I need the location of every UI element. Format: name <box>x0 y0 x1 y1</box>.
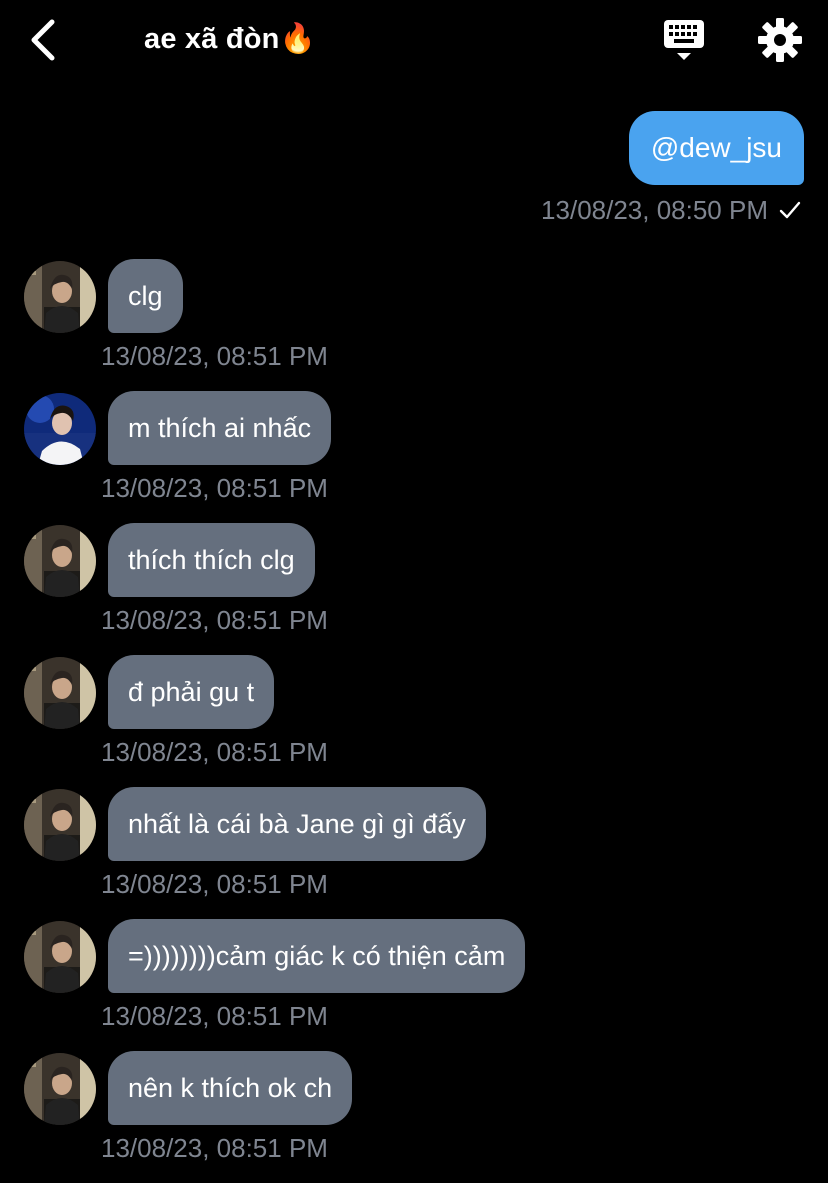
incoming-message-row: m thích ai nhấc 13/08/23, 08:51 PM <box>0 391 828 523</box>
incoming-message-row: nên k thích ok ch 13/08/23, 08:51 PM <box>0 1051 828 1183</box>
incoming-message-row: nhất là cái bà Jane gì gì đấy 13/08/23, … <box>0 787 828 919</box>
avatar[interactable] <box>24 393 96 465</box>
chat-header: ae xã đòn🔥 <box>0 0 828 84</box>
message-timestamp: 13/08/23, 08:51 PM <box>101 1001 328 1031</box>
message-timestamp: 13/08/23, 08:51 PM <box>101 605 328 635</box>
keyboard-button[interactable] <box>660 18 708 62</box>
incoming-message-bubble[interactable]: =))))))))cảm giác k có thiện cảm <box>108 919 526 993</box>
incoming-message-row: clg 13/08/23, 08:51 PM <box>0 259 828 391</box>
incoming-message-bubble[interactable]: đ phải gu t <box>108 655 275 729</box>
message-timestamp: 13/08/23, 08:51 PM <box>101 341 328 371</box>
incoming-message-bubble[interactable]: thích thích clg <box>108 523 315 597</box>
avatar[interactable] <box>24 1053 96 1125</box>
avatar[interactable] <box>24 921 96 993</box>
back-button[interactable] <box>24 16 68 64</box>
message-timestamp: 13/08/23, 08:50 PM <box>541 194 768 225</box>
message-timestamp: 13/08/23, 08:51 PM <box>101 473 328 503</box>
message-timestamp: 13/08/23, 08:51 PM <box>101 869 328 899</box>
outgoing-message-meta: 13/08/23, 08:50 PM <box>541 194 802 226</box>
keyboard-icon <box>664 20 704 60</box>
incoming-message-bubble[interactable]: clg <box>108 259 183 333</box>
incoming-message-row: thích thích clg 13/08/23, 08:51 PM <box>0 523 828 655</box>
message-timestamp: 13/08/23, 08:51 PM <box>101 737 328 767</box>
avatar[interactable] <box>24 261 96 333</box>
gear-icon <box>758 18 802 62</box>
avatar[interactable] <box>24 525 96 597</box>
avatar[interactable] <box>24 789 96 861</box>
incoming-message-row: =))))))))cảm giác k có thiện cảm 13/08/2… <box>0 919 828 1051</box>
settings-button[interactable] <box>756 16 804 64</box>
checkmark-icon <box>779 201 801 219</box>
incoming-message-bubble[interactable]: nhất là cái bà Jane gì gì đấy <box>108 787 486 861</box>
chat-title[interactable]: ae xã đòn🔥 <box>144 22 316 56</box>
incoming-message-bubble[interactable]: m thích ai nhấc <box>108 391 332 465</box>
incoming-message-bubble[interactable]: nên k thích ok ch <box>108 1051 353 1125</box>
avatar[interactable] <box>24 657 96 729</box>
message-timestamp: 13/08/23, 08:51 PM <box>101 1133 328 1163</box>
chevron-left-icon <box>31 19 55 61</box>
outgoing-message-bubble[interactable]: @dew_jsu <box>628 111 804 185</box>
incoming-message-row: đ phải gu t 13/08/23, 08:51 PM <box>0 655 828 787</box>
